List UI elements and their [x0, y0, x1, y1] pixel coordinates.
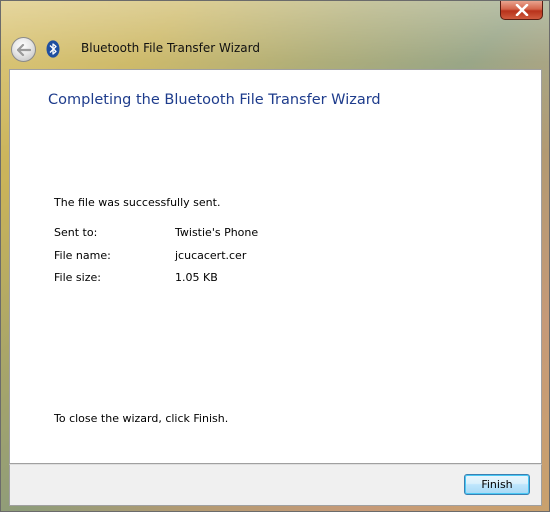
close-icon: [515, 4, 528, 16]
back-button[interactable]: [11, 37, 36, 62]
file-size-label: File size:: [54, 271, 101, 284]
window-title: Bluetooth File Transfer Wizard: [81, 41, 260, 55]
file-name-value: jcucacert.cer: [175, 249, 247, 262]
finish-button[interactable]: Finish: [464, 474, 530, 495]
wizard-window: Bluetooth File Transfer Wizard Completin…: [0, 0, 550, 512]
sent-to-value: Twistie's Phone: [175, 226, 259, 239]
close-instruction: To close the wizard, click Finish.: [54, 412, 229, 425]
bluetooth-icon: [46, 40, 60, 58]
close-button[interactable]: [500, 1, 543, 20]
status-message: The file was successfully sent.: [54, 196, 221, 209]
file-name-label: File name:: [54, 249, 111, 262]
back-arrow-icon: [16, 43, 31, 56]
button-bar: Finish: [9, 464, 542, 506]
sent-to-label: Sent to:: [54, 226, 98, 239]
wizard-content-panel: Completing the Bluetooth File Transfer W…: [9, 69, 542, 464]
page-heading: Completing the Bluetooth File Transfer W…: [48, 92, 381, 108]
file-size-value: 1.05 KB: [175, 271, 218, 284]
